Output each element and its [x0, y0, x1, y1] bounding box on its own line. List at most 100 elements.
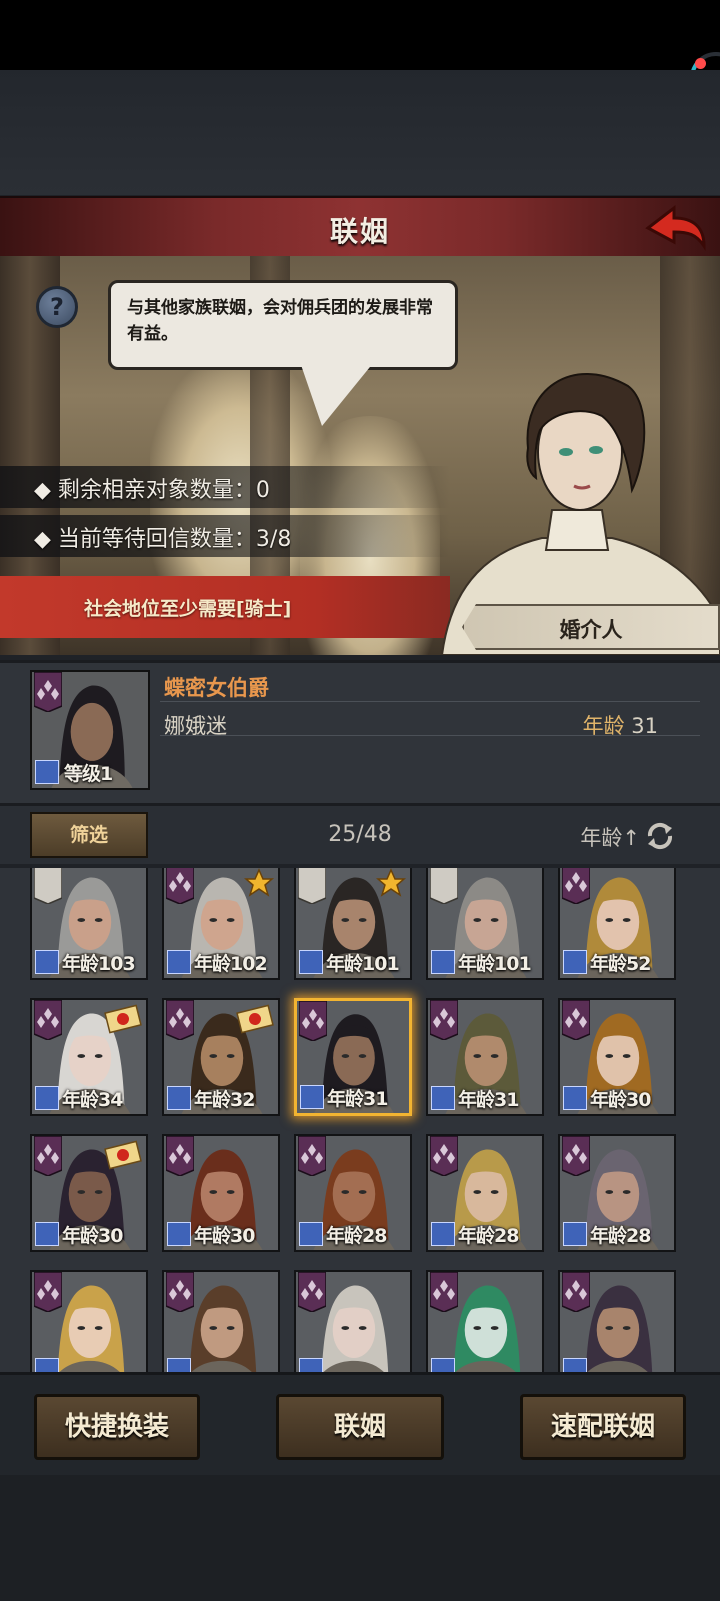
speech-bubble: 与其他家族联姻，会对佣兵团的发展非常有益。 [108, 280, 458, 370]
candidate-card[interactable]: 年龄101 [426, 868, 544, 980]
sword-class-icon [35, 1086, 59, 1110]
candidate-card[interactable]: 年龄28 [426, 1134, 544, 1252]
sealed-letter-icon [236, 1004, 274, 1034]
sword-class-icon [167, 1086, 191, 1110]
hero-title: 蝶密女伯爵 [164, 676, 269, 700]
candidate-card[interactable]: 年龄28 [558, 1134, 676, 1252]
quick-match-button[interactable]: 速配联姻 [520, 1394, 686, 1460]
page-title: 联姻 [329, 215, 390, 248]
candidate-age: 年龄28 [458, 1225, 519, 1247]
candidate-age: 年龄28 [326, 1225, 387, 1247]
refresh-icon[interactable] [642, 818, 678, 854]
candidate-card[interactable]: 年龄30 [30, 1134, 148, 1252]
purple-diamond-emblem-icon [34, 1000, 62, 1040]
remaining-count-row: ◆ 剩余相亲对象数量：0 [0, 466, 450, 508]
candidate-card[interactable]: 年龄52 [558, 868, 676, 980]
sort-age-button[interactable]: 年龄↑ [580, 822, 640, 852]
candidate-card[interactable] [30, 1270, 148, 1372]
candidate-age: 年龄101 [458, 953, 532, 975]
candidate-age: 年龄102 [194, 953, 268, 975]
purple-diamond-emblem-icon [298, 1136, 326, 1176]
candidate-age: 年龄32 [194, 1089, 255, 1111]
candidate-card[interactable]: 年龄101 [294, 868, 412, 980]
sword-class-icon [167, 1358, 191, 1372]
speech-bubble-tail [300, 362, 374, 426]
candidate-card[interactable]: 年龄103 [30, 868, 148, 980]
sword-class-icon [35, 760, 59, 784]
purple-diamond-emblem-icon [166, 868, 194, 904]
marry-button[interactable]: 联姻 [276, 1394, 444, 1460]
purple-diamond-emblem-icon [298, 1272, 326, 1312]
hero-portrait-card[interactable]: 等级1 [30, 670, 150, 790]
purple-diamond-emblem-icon [34, 672, 62, 712]
hero-name: 娜娥迷 [164, 714, 227, 738]
candidate-card[interactable] [558, 1270, 676, 1372]
footer-area [0, 1475, 720, 1601]
sword-class-icon [431, 1222, 455, 1246]
candidate-card[interactable]: 年龄31 [294, 998, 412, 1116]
purple-diamond-emblem-icon [166, 1272, 194, 1312]
candidate-card[interactable] [162, 1270, 280, 1372]
candidate-age: 年龄103 [62, 953, 136, 975]
hero-age-label: 年龄 [582, 714, 625, 738]
candidate-age: 年龄31 [458, 1089, 519, 1111]
matchmaker-label[interactable]: 婚介人 [462, 604, 720, 650]
purple-diamond-emblem-icon [34, 1272, 62, 1312]
sword-class-icon [300, 1085, 324, 1109]
purple-diamond-emblem-icon [562, 1136, 590, 1176]
quick-outfit-button[interactable]: 快捷换装 [34, 1394, 200, 1460]
status-bar [0, 0, 720, 70]
sword-class-icon [563, 950, 587, 974]
hero-age-value: 31 [631, 714, 658, 738]
candidate-card[interactable]: 年龄28 [294, 1134, 412, 1252]
sword-class-icon [563, 1086, 587, 1110]
sword-class-icon [167, 1222, 191, 1246]
sword-class-icon [431, 1358, 455, 1372]
upper-band [0, 70, 720, 195]
sword-class-icon [563, 1222, 587, 1246]
candidate-card[interactable]: 年龄30 [558, 998, 676, 1116]
sword-class-icon [35, 950, 59, 974]
waiting-count-row: ◆ 当前等待回信数量：3/8 [0, 515, 450, 557]
candidate-card[interactable]: 年龄34 [30, 998, 148, 1116]
requirement-text: 社会地位至少需要[骑士] [84, 598, 292, 620]
question-icon: ? [50, 293, 64, 321]
requirement-banner: 社会地位至少需要[骑士] [0, 576, 450, 638]
candidate-age: 年龄52 [590, 953, 651, 975]
candidate-age: 年龄31 [327, 1088, 388, 1110]
hero-level: 等级1 [64, 763, 113, 785]
matchmaker-label-text: 婚介人 [559, 618, 623, 642]
purple-diamond-emblem-icon [562, 868, 590, 904]
candidate-age: 年龄34 [62, 1089, 123, 1111]
candidate-card[interactable] [294, 1270, 412, 1372]
purple-diamond-emblem-icon [166, 1000, 194, 1040]
candidate-age: 年龄30 [62, 1225, 123, 1247]
sword-class-icon [431, 950, 455, 974]
candidate-card[interactable]: 年龄30 [162, 1134, 280, 1252]
white-banner-emblem-icon [298, 868, 326, 904]
sealed-letter-icon [104, 1140, 142, 1170]
help-button[interactable]: ? [36, 286, 78, 328]
sword-class-icon [167, 950, 191, 974]
waiting-count-text: ◆ 当前等待回信数量：3/8 [34, 527, 292, 552]
candidate-card[interactable] [426, 1270, 544, 1372]
sword-class-icon [563, 1358, 587, 1372]
purple-diamond-emblem-icon [430, 1272, 458, 1312]
candidate-card[interactable]: 年龄31 [426, 998, 544, 1116]
sword-class-icon [431, 1086, 455, 1110]
sword-class-icon [299, 1222, 323, 1246]
candidate-card[interactable]: 年龄32 [162, 998, 280, 1116]
sword-class-icon [35, 1222, 59, 1246]
sword-class-icon [299, 1358, 323, 1372]
back-arrow-icon[interactable] [644, 202, 708, 254]
purple-diamond-emblem-icon [430, 1000, 458, 1040]
sword-class-icon [299, 950, 323, 974]
hero-age: 年龄 31 [583, 710, 658, 740]
gold-star-icon [376, 868, 406, 897]
candidate-card[interactable]: 年龄102 [162, 868, 280, 980]
purple-diamond-emblem-icon [562, 1272, 590, 1312]
gold-star-icon [244, 868, 274, 897]
purple-diamond-emblem-icon [430, 1136, 458, 1176]
remaining-count-text: ◆ 剩余相亲对象数量：0 [34, 478, 270, 503]
white-banner-emblem-icon [430, 868, 458, 904]
